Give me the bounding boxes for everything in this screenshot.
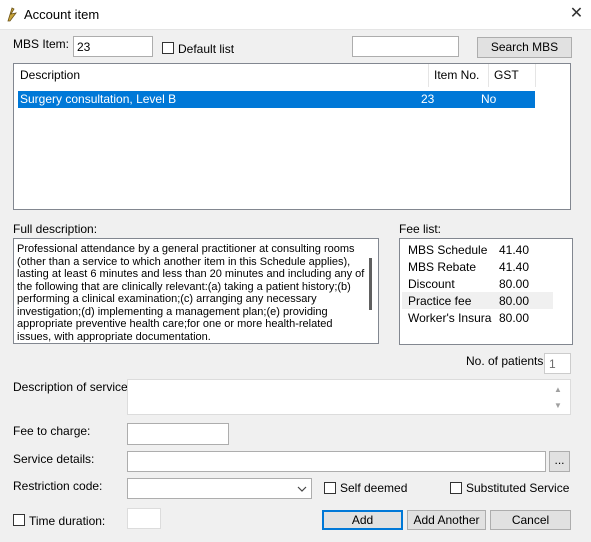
description-scrollbar[interactable] bbox=[366, 240, 378, 342]
fee-value: 80.00 bbox=[499, 294, 530, 308]
mbs-item-label: MBS Item: bbox=[13, 37, 70, 51]
service-details-browse-button[interactable]: ... bbox=[549, 451, 570, 472]
patients-label: No. of patients: bbox=[466, 354, 547, 368]
scroll-down-icon[interactable]: ▼ bbox=[554, 401, 562, 410]
patients-input[interactable]: 1 bbox=[544, 353, 571, 374]
column-header-description[interactable]: Description bbox=[15, 64, 429, 87]
fee-value: 41.40 bbox=[499, 260, 530, 274]
fee-name: Discount bbox=[408, 277, 455, 291]
column-header-gst[interactable]: GST bbox=[489, 64, 536, 87]
restriction-code-select[interactable] bbox=[127, 478, 312, 499]
fee-row-mbs-schedule[interactable]: MBS Schedule 41.40 bbox=[402, 241, 553, 258]
fee-value: 80.00 bbox=[499, 277, 530, 291]
service-description-label: Description of service: bbox=[13, 380, 132, 394]
mbs-search-input[interactable] bbox=[352, 36, 459, 57]
service-description-input[interactable]: ▲ ▼ bbox=[127, 379, 571, 415]
full-description-text: Professional attendance by a general pra… bbox=[15, 240, 365, 342]
fee-row-practice-fee[interactable]: Practice fee 80.00 bbox=[402, 292, 553, 309]
full-description-label: Full description: bbox=[13, 222, 98, 236]
default-list-label: Default list bbox=[178, 42, 235, 56]
full-description-box[interactable]: Professional attendance by a general pra… bbox=[13, 238, 379, 344]
mbs-item-value: 23 bbox=[77, 40, 91, 54]
service-details-label: Service details: bbox=[13, 452, 95, 466]
row-description: Surgery consultation, Level B bbox=[20, 92, 177, 106]
fee-row-workers-insurance[interactable]: Worker's Insurance 80.00 bbox=[402, 309, 553, 326]
fee-row-mbs-rebate[interactable]: MBS Rebate 41.40 bbox=[402, 258, 553, 275]
service-details-input[interactable] bbox=[127, 451, 546, 472]
fee-row-discount[interactable]: Discount 80.00 bbox=[402, 275, 553, 292]
add-button[interactable]: Add bbox=[322, 510, 403, 530]
window-title: Account item bbox=[24, 7, 100, 22]
title-bar: Account item ✕ bbox=[0, 0, 591, 30]
chevron-down-icon[interactable] bbox=[297, 486, 307, 493]
column-header-item-no[interactable]: Item No. bbox=[429, 64, 489, 87]
fee-to-charge-label: Fee to charge: bbox=[13, 424, 91, 438]
add-another-button[interactable]: Add Another bbox=[407, 510, 486, 530]
mbs-item-input[interactable]: 23 bbox=[73, 36, 153, 57]
search-mbs-button[interactable]: Search MBS bbox=[477, 37, 572, 58]
fee-name: MBS Rebate bbox=[408, 260, 477, 274]
time-duration-checkbox[interactable] bbox=[13, 514, 25, 526]
close-icon[interactable]: ✕ bbox=[562, 0, 591, 29]
default-list-checkbox[interactable] bbox=[162, 42, 174, 54]
substituted-service-checkbox[interactable] bbox=[450, 482, 462, 494]
fee-list[interactable]: MBS Schedule 41.40 MBS Rebate 41.40 Disc… bbox=[399, 238, 573, 345]
time-duration-input[interactable] bbox=[127, 508, 161, 529]
mbs-items-table[interactable]: Description Item No. GST Surgery consult… bbox=[13, 63, 571, 210]
fee-to-charge-input[interactable] bbox=[127, 423, 229, 445]
fee-name: Practice fee bbox=[408, 294, 472, 308]
fee-value: 80.00 bbox=[499, 311, 530, 325]
fee-value: 41.40 bbox=[499, 243, 530, 257]
scroll-up-icon[interactable]: ▲ bbox=[554, 385, 562, 394]
row-item-no: 23 bbox=[421, 92, 435, 106]
restriction-code-label: Restriction code: bbox=[13, 479, 103, 493]
fee-name: MBS Schedule bbox=[408, 243, 488, 257]
patients-value: 1 bbox=[549, 357, 556, 371]
fee-list-label: Fee list: bbox=[399, 222, 442, 236]
fee-name: Worker's Insurance bbox=[408, 311, 492, 325]
self-deemed-checkbox[interactable] bbox=[324, 482, 336, 494]
row-gst: No bbox=[481, 92, 497, 106]
substituted-service-label: Substituted Service bbox=[466, 481, 570, 495]
cancel-button[interactable]: Cancel bbox=[490, 510, 571, 530]
time-duration-label: Time duration: bbox=[29, 514, 106, 528]
self-deemed-label: Self deemed bbox=[340, 481, 408, 495]
table-row[interactable]: Surgery consultation, Level B 23 No bbox=[18, 91, 535, 108]
app-icon bbox=[7, 7, 17, 22]
description-scrollbar-thumb[interactable] bbox=[369, 258, 372, 310]
